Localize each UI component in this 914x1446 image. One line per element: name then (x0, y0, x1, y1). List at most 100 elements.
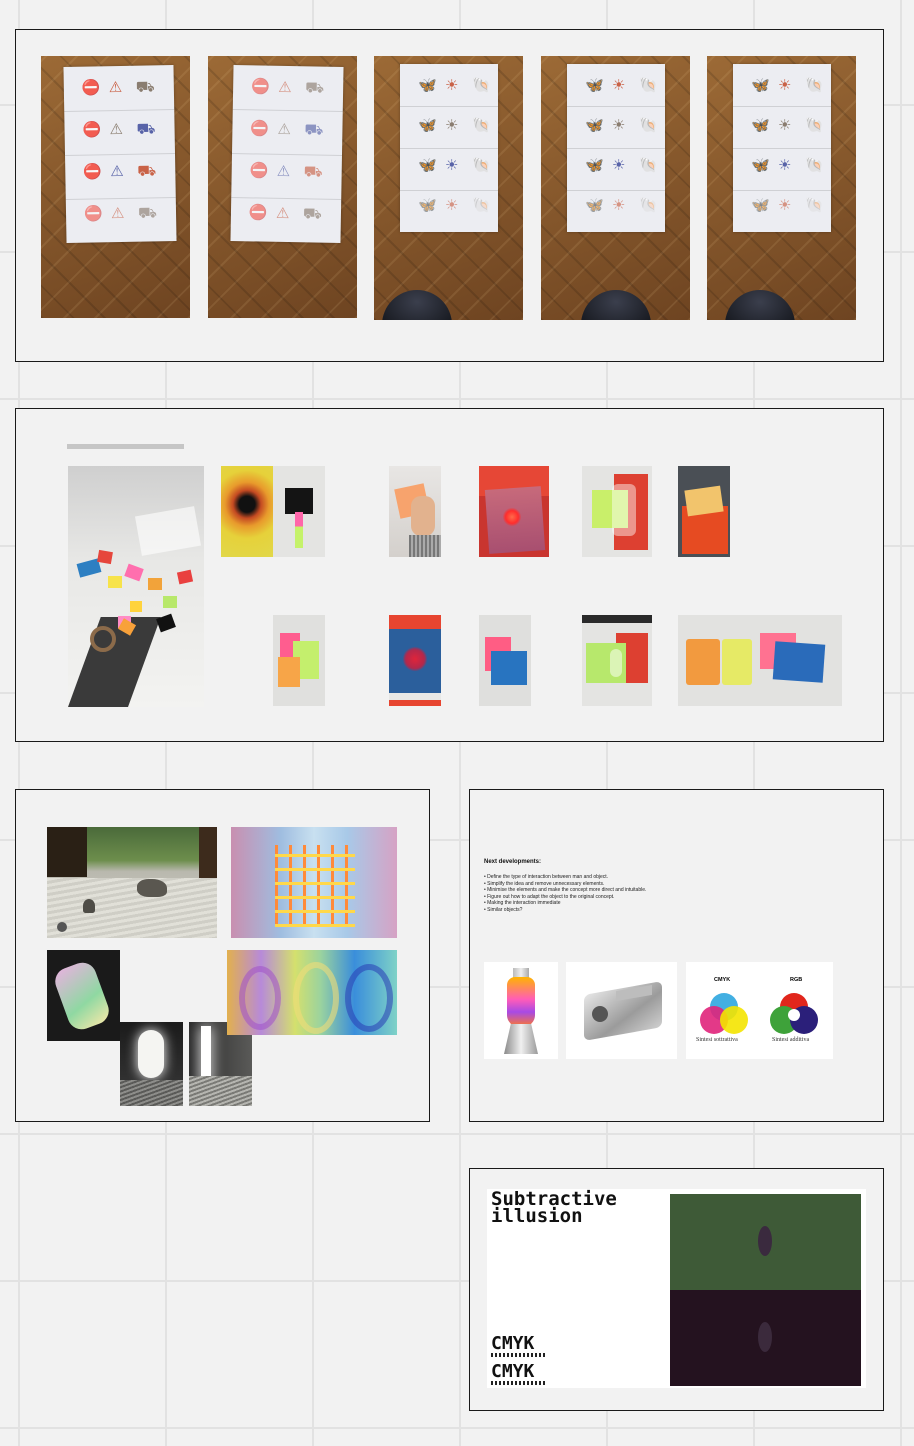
board-color-experiments[interactable] (15, 408, 884, 742)
photo-oval-light[interactable] (120, 1022, 183, 1106)
warning-icon: ⚠ (108, 78, 123, 97)
board-subtractive-illusion[interactable]: Subtractive illusion CMYK CMYK (469, 1168, 884, 1411)
photo-gradient-swirls[interactable] (227, 950, 397, 1035)
sun-icon: ☀ (778, 77, 792, 94)
photo-zen-garden[interactable] (47, 827, 217, 938)
cmyk-label-1: CMYK (491, 1333, 535, 1354)
butterfly-icon: 🦋 (418, 197, 437, 214)
next-development-item: • Minimise the elements and make the con… (484, 887, 647, 894)
sun-icon: ☀ (445, 77, 459, 94)
shell-icon: 🐚 (639, 157, 658, 174)
butterfly-icon: 🦋 (585, 117, 604, 134)
cmyk-caption: Sintesi sottrattiva (696, 1037, 738, 1043)
sign-icon: ⛔ (249, 162, 269, 180)
sign-icon: ⛔ (83, 163, 103, 181)
photo-light-papers[interactable] (678, 466, 730, 557)
warning-icon: ⚠ (110, 162, 124, 180)
shell-icon: 🐚 (472, 157, 491, 174)
sign-icon: ⛔ (251, 78, 270, 96)
butterfly-icon: 🦋 (751, 77, 770, 94)
butterfly-icon: 🦋 (418, 157, 437, 174)
venn-circles (700, 993, 818, 1034)
sun-icon: ☀ (612, 77, 626, 94)
sun-icon: ☀ (445, 117, 459, 134)
trolley-icon: ⛟ (302, 204, 322, 223)
photo-neon-grid[interactable] (231, 827, 397, 938)
paper-sheet: ⛔ ⚠ ⛟ ⛔ ⚠ ⛟ ⛔ ⚠ ⛟ ⛔ ⚠ ⛟ (63, 65, 177, 243)
board-next-developments[interactable]: Next developments: • Define the type of … (469, 789, 884, 1122)
butterfly-icon: 🦋 (751, 117, 770, 134)
photo-green-red-shape[interactable] (582, 615, 652, 706)
sun-icon: ☀ (612, 157, 626, 174)
shell-icon: 🐚 (639, 197, 658, 214)
warning-icon: ⚠ (277, 120, 292, 138)
sun-icon: ☀ (612, 197, 626, 214)
next-development-item: • Making the interaction immediate (484, 900, 561, 907)
shell-icon: 🐚 (472, 117, 491, 134)
photo-red-glow[interactable] (479, 466, 549, 557)
photo-green-red-papers[interactable] (582, 466, 652, 557)
sun-icon: ☀ (778, 197, 792, 214)
trolley-icon: ⛟ (305, 79, 325, 97)
dotted-line-1 (491, 1353, 547, 1357)
photo-glow-bottle[interactable] (47, 950, 120, 1041)
butterfly-icon: 🦋 (585, 77, 604, 94)
shell-icon: 🐚 (805, 157, 824, 174)
trolley-icon: ⛟ (136, 120, 156, 138)
sun-icon: ☀ (445, 157, 459, 174)
sun-icon: ☀ (612, 117, 626, 134)
next-developments-list: • Define the type of interaction between… (484, 874, 714, 914)
photo-table-with-papers[interactable] (68, 466, 204, 707)
shell-icon: 🐚 (472, 77, 491, 94)
paper-sheet: ⛔ ⚠ ⛟ ⛔ ⚠ ⛟ ⛔ ⚠ ⛟ ⛔ ⚠ ⛟ (230, 65, 344, 243)
board-paper-prints[interactable]: ⛔ ⚠ ⛟ ⛔ ⚠ ⛟ ⛔ ⚠ ⛟ ⛔ ⚠ ⛟ ⛔ ⚠ ⛟ ⛔ ⚠ ⛟ ⛔ ⚠ ⛟ ⛔ ⚠ ⛟ 🦋 ☀ 🐚 🦋 ☀ 🐚 🦋 ☀ 🐚 🦋 ☀ 🐚 🦋 ☀ 🐚 🦋… (15, 29, 884, 362)
shell-icon: 🐚 (639, 117, 658, 134)
warning-icon: ⚠ (109, 120, 124, 139)
trolley-icon: ⛟ (303, 163, 323, 181)
shell-icon: 🐚 (805, 117, 824, 134)
photo-paper-sheet-butterflies-3[interactable]: 🦋 ☀ 🐚 🦋 ☀ 🐚 🦋 ☀ 🐚 🦋 ☀ 🐚 (707, 56, 856, 320)
photo-yellow-blur[interactable] (221, 466, 273, 557)
sign-icon: ⛔ (250, 120, 270, 138)
sign-icon: ⛔ (83, 205, 103, 223)
butterfly-icon: 🦋 (418, 77, 437, 94)
paper-sheet: 🦋 ☀ 🐚 🦋 ☀ 🐚 🦋 ☀ 🐚 🦋 ☀ 🐚 (567, 64, 665, 232)
dark-panel (670, 1290, 861, 1386)
color-synthesis-diagram: CMYK RGB Sintesi sottrattiva Sintesi add… (686, 962, 833, 1059)
shell-icon: 🐚 (805, 197, 824, 214)
trolley-icon: ⛟ (137, 204, 158, 222)
paper-sheet: 🦋 ☀ 🐚 🦋 ☀ 🐚 🦋 ☀ 🐚 🦋 ☀ 🐚 (733, 64, 831, 232)
shell-icon: 🐚 (472, 197, 491, 214)
board-references[interactable] (15, 789, 430, 1122)
warning-icon: ⚠ (110, 204, 125, 222)
photo-paper-sheet-butterflies-1[interactable]: 🦋 ☀ 🐚 🦋 ☀ 🐚 🦋 ☀ 🐚 🦋 ☀ 🐚 (374, 56, 523, 320)
photo-hand-orange[interactable] (389, 466, 441, 557)
slide-title: Subtractive illusion (491, 1188, 617, 1227)
shell-icon: 🐚 (805, 77, 824, 94)
sun-icon: ☀ (778, 157, 792, 174)
photo-sponge-brush[interactable] (273, 466, 325, 557)
warning-icon: ⚠ (275, 204, 290, 222)
trolley-icon: ⛟ (304, 121, 324, 139)
warning-icon: ⚠ (278, 78, 292, 97)
photo-four-papers[interactable] (678, 615, 842, 706)
photo-pink-blue[interactable] (479, 615, 531, 706)
photo-pencil-sharpener[interactable] (566, 962, 677, 1059)
photo-lava-lamp[interactable] (484, 962, 558, 1059)
photo-blue-red-dot[interactable] (389, 615, 441, 706)
photo-pink-green-orange[interactable] (273, 615, 325, 706)
butterfly-icon: 🦋 (751, 197, 770, 214)
slide-subtractive-illusion[interactable]: Subtractive illusion CMYK CMYK (487, 1189, 866, 1388)
next-development-item: • Simplify the idea and remove unnecessa… (484, 880, 605, 887)
photo-paper-sheet-signs-2[interactable]: ⛔ ⚠ ⛟ ⛔ ⚠ ⛟ ⛔ ⚠ ⛟ ⛔ ⚠ ⛟ (208, 56, 357, 318)
shoe (725, 290, 795, 320)
next-developments-title: Next developments: (484, 859, 542, 865)
butterfly-icon: 🦋 (751, 157, 770, 174)
photo-paper-sheet-signs-1[interactable]: ⛔ ⚠ ⛟ ⛔ ⚠ ⛟ ⛔ ⚠ ⛟ ⛔ ⚠ ⛟ (41, 56, 190, 318)
warning-icon: ⚠ (276, 162, 291, 180)
photo-paper-sheet-butterflies-2[interactable]: 🦋 ☀ 🐚 🦋 ☀ 🐚 🦋 ☀ 🐚 🦋 ☀ 🐚 (541, 56, 690, 320)
next-development-item: • Figure out how to adapt the object to … (484, 893, 615, 900)
sign-icon: ⛔ (82, 121, 102, 139)
butterfly-icon: 🦋 (418, 117, 437, 134)
trolley-icon: ⛟ (135, 78, 155, 96)
